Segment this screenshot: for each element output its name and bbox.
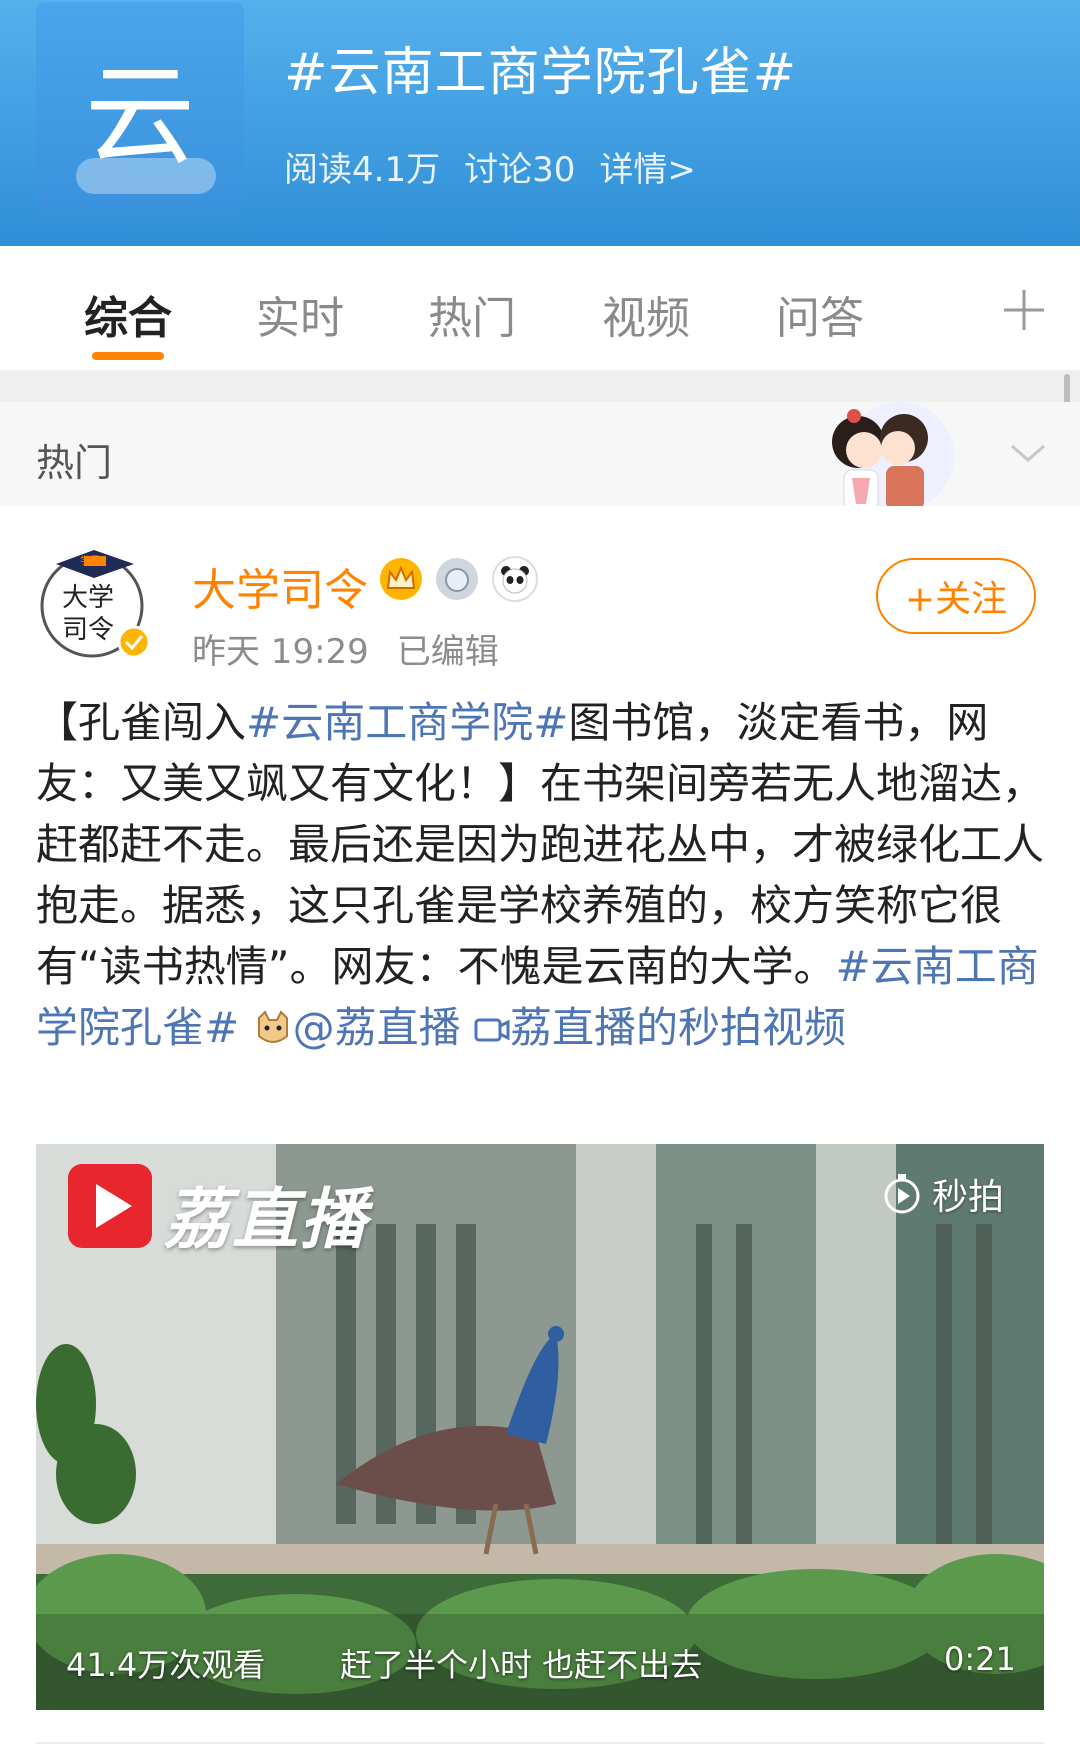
tab-qa[interactable]: 问答 (776, 282, 864, 346)
medal-badge-icon[interactable] (436, 558, 478, 600)
follow-button[interactable]: +关注 (876, 558, 1036, 634)
video-link[interactable]: 荔直播的秒拍视频 (510, 1003, 846, 1052)
post-text-part1: 【孔雀闯入 (36, 698, 247, 747)
hot-section-header[interactable]: 热门 (0, 402, 1080, 516)
hot-section-label: 热门 (36, 441, 113, 485)
crown-badge-icon[interactable] (380, 558, 422, 600)
channel-logo-text: 荔直播 (164, 1181, 368, 1258)
active-tab-indicator (92, 352, 164, 360)
avatar-tag-text: 学霸 (80, 554, 100, 567)
details-link[interactable]: 详情> (599, 142, 696, 191)
hashtag-link[interactable]: #云南工商学院# (246, 698, 568, 747)
view-count: 41.4万次观看 (66, 1646, 266, 1684)
stopwatch-icon (884, 1174, 920, 1214)
author-avatar[interactable]: 学霸 大学 司令 (36, 542, 158, 664)
tab-realtime[interactable]: 实时 (256, 282, 344, 346)
tab-comprehensive[interactable]: 综合 (84, 282, 172, 346)
read-count: 阅读4.1万 (284, 150, 441, 190)
edited-label: 已编辑 (396, 632, 499, 672)
topic-header: 云 #云南工商学院孔雀# 阅读4.1万 讨论30 详情> (0, 0, 1080, 246)
post-body: 【孔雀闯入#云南工商学院#图书馆，淡定看书，网友：又美又飒又有文化！】在书架间旁… (36, 692, 1046, 1058)
chevron-down-icon[interactable] (1008, 432, 1048, 472)
mention-link[interactable]: @荔直播 (293, 1003, 461, 1052)
panda-badge-icon[interactable] (492, 556, 538, 602)
avatar-line2: 司令 (62, 615, 114, 645)
topic-title: #云南工商学院孔雀# (284, 43, 798, 103)
source-badge: 秒拍 (880, 1168, 1004, 1220)
section-divider (0, 370, 1080, 402)
author-name[interactable]: 大学司令 (192, 554, 368, 618)
video-caption: 赶了半个小时 也赶不出去 (340, 1646, 703, 1684)
post-meta: 昨天 19:29 已编辑 (192, 624, 499, 673)
post-divider (36, 1742, 1044, 1744)
topic-icon-char: 云 (85, 52, 195, 180)
plus-icon[interactable] (1002, 288, 1046, 332)
video-duration: 0:21 (944, 1640, 1016, 1678)
tab-hot[interactable]: 热门 (428, 282, 516, 346)
source-label: 秒拍 (932, 1177, 1005, 1218)
play-logo-icon (68, 1164, 152, 1248)
couple-sticker-icon (832, 402, 954, 516)
tab-bar: 综合 实时 热门 视频 问答 (0, 246, 1080, 370)
video-player[interactable]: 荔直播 秒拍 41.4万次观看 赶了半个小时 也赶不出去 0:21 (36, 1144, 1044, 1710)
post-time: 昨天 19:29 (192, 632, 369, 672)
topic-stats: 阅读4.1万 讨论30 详情> (284, 142, 696, 191)
discussion-count[interactable]: 讨论30 (464, 142, 575, 191)
topic-icon: 云 (36, 2, 244, 210)
tab-video[interactable]: 视频 (602, 282, 690, 346)
author-badges (380, 556, 538, 602)
avatar-line1: 大学 (62, 583, 114, 613)
video-link-icon (474, 1018, 510, 1042)
cat-emoji-icon (257, 1010, 288, 1043)
